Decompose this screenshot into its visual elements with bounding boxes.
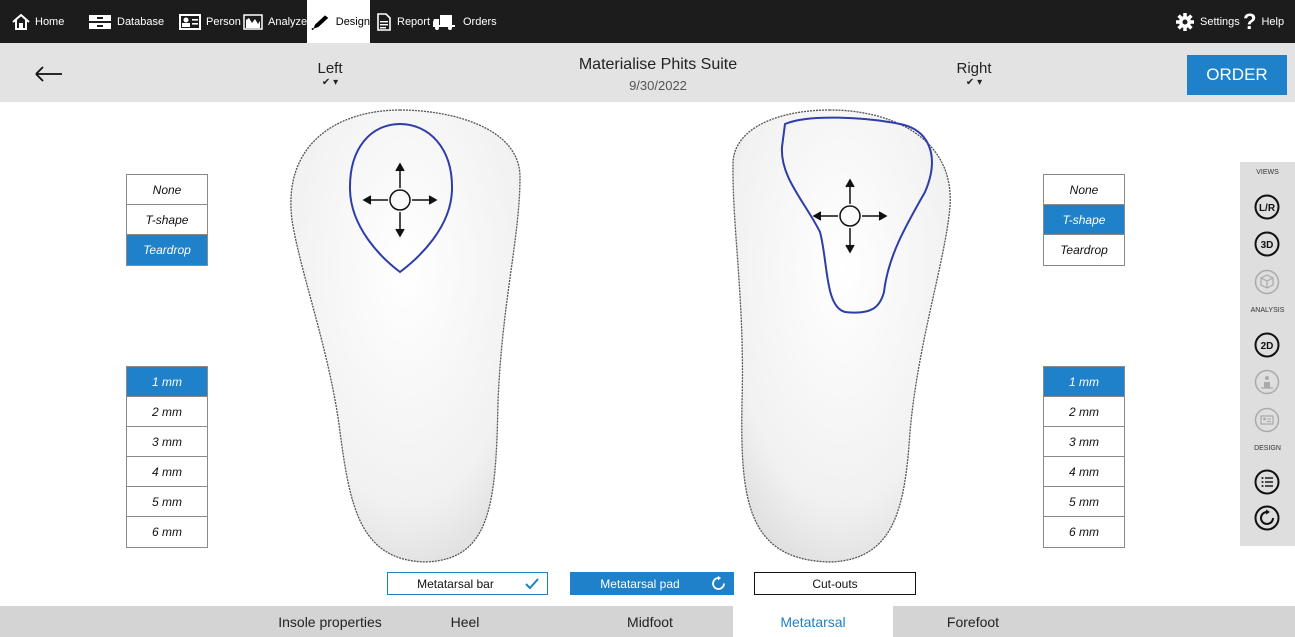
- left-insole[interactable]: [290, 109, 521, 563]
- nav-home-label: Home: [35, 15, 65, 28]
- cube-view-icon[interactable]: [1254, 269, 1280, 295]
- analyze-icon: [243, 13, 263, 30]
- left-shape-teardrop[interactable]: Teardrop: [127, 235, 207, 265]
- tab-forefoot[interactable]: Forefoot: [893, 606, 1053, 637]
- left-shape-options: None T-shape Teardrop: [126, 174, 208, 266]
- metatarsal-bar-button[interactable]: Metatarsal bar: [387, 572, 548, 595]
- left-thickness-option[interactable]: 5 mm: [127, 487, 207, 517]
- nav-person-label: Person: [206, 15, 241, 28]
- left-thickness-option[interactable]: 4 mm: [127, 457, 207, 487]
- nav-help[interactable]: ? Help: [1243, 0, 1284, 43]
- reset-icon[interactable]: [1254, 505, 1280, 531]
- right-thickness-option[interactable]: 3 mm: [1044, 427, 1124, 457]
- right-insole[interactable]: [732, 109, 951, 563]
- left-thickness-options: 1 mm 2 mm 3 mm 4 mm 5 mm 6 mm: [126, 366, 208, 548]
- lr-view-button[interactable]: L/R: [1254, 194, 1280, 220]
- 3d-label: 3D: [1261, 240, 1274, 251]
- truck-icon: [433, 14, 455, 30]
- right-shape-tshape[interactable]: T-shape: [1044, 205, 1124, 235]
- nav-design-label: Design: [335, 15, 370, 28]
- nav-orders-label: Orders: [463, 15, 497, 28]
- design-section-label: DESIGN: [1254, 445, 1281, 452]
- database-icon: [89, 14, 111, 29]
- right-thickness-option[interactable]: 2 mm: [1044, 397, 1124, 427]
- right-thickness-options: 1 mm 2 mm 3 mm 4 mm 5 mm 6 mm: [1043, 366, 1125, 548]
- left-thickness-option[interactable]: 6 mm: [127, 517, 207, 547]
- back-arrow-icon[interactable]: [34, 65, 64, 83]
- nav-report-label: Report: [397, 15, 431, 28]
- lr-label: L/R: [1259, 203, 1276, 214]
- analysis-section-label: ANALYSIS: [1250, 307, 1285, 314]
- pencil-icon: [311, 14, 329, 30]
- cutouts-label: Cut-outs: [812, 576, 858, 591]
- right-foot-label: Right: [956, 60, 992, 77]
- nav-orders[interactable]: Orders: [432, 0, 497, 43]
- views-section-label: VIEWS: [1256, 169, 1279, 176]
- nav-database-label: Database: [117, 15, 165, 28]
- report-icon: [377, 12, 391, 31]
- tab-insole-properties[interactable]: Insole properties: [255, 606, 405, 637]
- top-nav-bar: Home Database Person Analyze Design Repo…: [0, 0, 1295, 43]
- bottom-tab-bar: Insole properties Heel Midfoot Metatarsa…: [0, 606, 1295, 637]
- check-dropdown-icon: ✔ ▾: [965, 77, 983, 88]
- nav-help-label: Help: [1261, 15, 1285, 28]
- left-foot-label: Left: [317, 60, 343, 77]
- right-thickness-option[interactable]: 5 mm: [1044, 487, 1124, 517]
- right-shape-options: None T-shape Teardrop: [1043, 174, 1125, 266]
- nav-analyze[interactable]: Analyze: [243, 0, 307, 43]
- app-title: Materialise Phits Suite: [578, 56, 738, 73]
- 2d-analysis-button[interactable]: 2D: [1254, 332, 1280, 358]
- right-thickness-option[interactable]: 4 mm: [1044, 457, 1124, 487]
- left-foot-selector[interactable]: Left ✔ ▾: [300, 60, 360, 88]
- left-thickness-option[interactable]: 2 mm: [127, 397, 207, 427]
- left-thickness-option[interactable]: 1 mm: [127, 367, 207, 397]
- home-icon: [12, 13, 30, 30]
- nav-design[interactable]: Design: [307, 0, 370, 43]
- person-scan-icon[interactable]: [1254, 369, 1280, 395]
- session-date: 9/30/2022: [629, 78, 687, 93]
- tab-heel[interactable]: Heel: [405, 606, 525, 637]
- reset-icon: [712, 576, 725, 590]
- order-button[interactable]: ORDER: [1187, 55, 1287, 95]
- 3d-view-button[interactable]: 3D: [1254, 231, 1280, 257]
- nav-home[interactable]: Home: [12, 0, 64, 43]
- person-card-icon: [179, 13, 201, 30]
- nav-analyze-label: Analyze: [268, 15, 308, 28]
- question-icon: ?: [1243, 8, 1257, 34]
- right-foot-selector[interactable]: Right ✔ ▾: [944, 60, 1004, 88]
- checkmark-icon: [525, 578, 539, 590]
- metatarsal-bar-label: Metatarsal bar: [417, 576, 494, 591]
- left-thickness-option[interactable]: 3 mm: [127, 427, 207, 457]
- tab-midfoot[interactable]: Midfoot: [560, 606, 740, 637]
- nav-settings-label: Settings: [1200, 15, 1240, 28]
- right-tool-panel: VIEWS L/R 3D ANALYSIS 2D DESIGN: [1240, 162, 1295, 546]
- list-icon[interactable]: [1254, 469, 1280, 495]
- right-shape-teardrop[interactable]: Teardrop: [1044, 235, 1124, 265]
- left-shape-none[interactable]: None: [127, 175, 207, 205]
- nav-report[interactable]: Report: [376, 0, 430, 43]
- nav-database[interactable]: Database: [88, 0, 164, 43]
- nav-settings[interactable]: Settings: [1175, 0, 1240, 43]
- cutouts-button[interactable]: Cut-outs: [754, 572, 916, 595]
- right-thickness-option[interactable]: 6 mm: [1044, 517, 1124, 547]
- patient-card-icon[interactable]: [1254, 407, 1280, 433]
- check-dropdown-icon: ✔ ▾: [321, 77, 339, 88]
- metatarsal-pad-label: Metatarsal pad: [600, 576, 680, 591]
- left-shape-tshape[interactable]: T-shape: [127, 205, 207, 235]
- 2d-label: 2D: [1261, 341, 1274, 352]
- gear-icon: [1176, 12, 1194, 31]
- nav-person[interactable]: Person: [179, 0, 241, 43]
- right-thickness-option[interactable]: 1 mm: [1044, 367, 1124, 397]
- metatarsal-pad-button[interactable]: Metatarsal pad: [570, 572, 734, 595]
- right-shape-none[interactable]: None: [1044, 175, 1124, 205]
- tab-metatarsal[interactable]: Metatarsal: [733, 606, 893, 637]
